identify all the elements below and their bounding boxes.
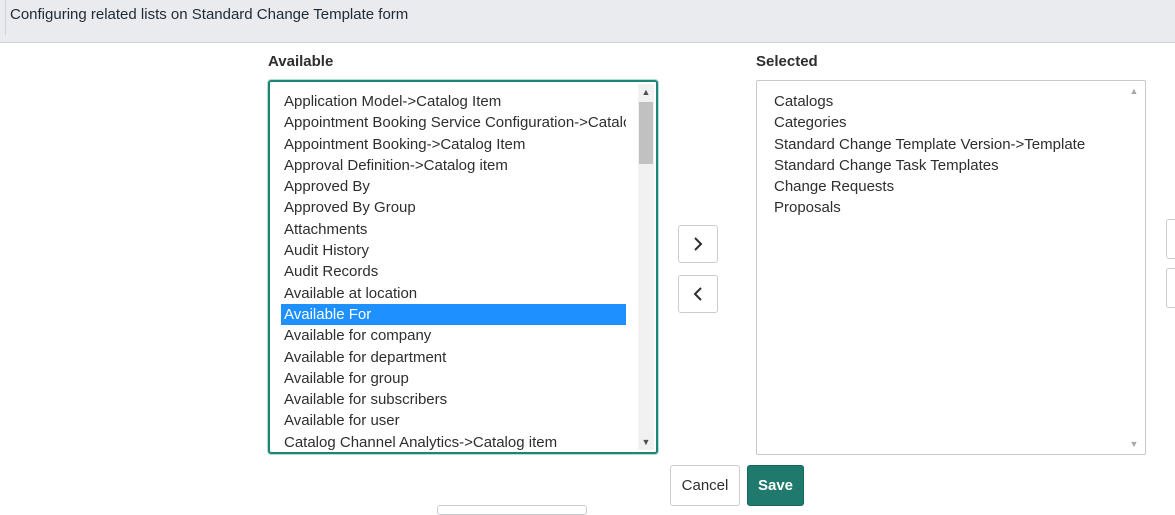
list-item[interactable]: Audit Records (281, 261, 626, 282)
list-item[interactable]: Attachments (281, 219, 626, 240)
chevron-left-icon (693, 287, 702, 301)
save-button[interactable]: Save (747, 465, 804, 506)
header-edge (0, 0, 6, 35)
selected-scrollbar[interactable]: ▲ ▼ (1126, 83, 1142, 452)
add-to-selected-button[interactable] (678, 225, 718, 263)
move-down-button[interactable] (1166, 268, 1175, 308)
list-item[interactable]: Audit History (281, 240, 626, 261)
footer-control[interactable] (437, 505, 587, 515)
list-item[interactable]: Available for department (281, 347, 626, 368)
remove-from-selected-button[interactable] (678, 275, 718, 313)
scroll-up-icon[interactable]: ▲ (1126, 83, 1142, 99)
available-items: Application Model->Catalog Item Appointm… (281, 91, 626, 452)
selected-items: Catalogs Categories Standard Change Temp… (771, 91, 1115, 219)
list-item[interactable]: Categories (771, 112, 1115, 133)
list-item-highlighted[interactable]: Available For (281, 303, 626, 326)
move-up-button[interactable] (1166, 219, 1175, 259)
list-item[interactable]: Proposals (771, 197, 1115, 218)
cancel-button[interactable]: Cancel (670, 465, 740, 506)
list-item[interactable]: Available for subscribers (281, 389, 626, 410)
list-item[interactable]: Standard Change Template Version->Templa… (771, 134, 1115, 155)
selected-listbox[interactable]: Catalogs Categories Standard Change Temp… (756, 80, 1146, 455)
page-header: Configuring related lists on Standard Ch… (0, 0, 1175, 43)
available-listbox[interactable]: Application Model->Catalog Item Appointm… (268, 80, 658, 454)
available-scrollbar[interactable]: ▲ ▼ (638, 84, 654, 450)
scroll-up-icon[interactable]: ▲ (638, 84, 654, 100)
list-item[interactable]: Appointment Booking Service Configuratio… (281, 112, 626, 133)
list-item[interactable]: Application Model->Catalog Item (281, 91, 626, 112)
available-label: Available (268, 53, 334, 70)
list-item[interactable]: Standard Change Task Templates (771, 155, 1115, 176)
list-item[interactable]: Available for group (281, 368, 626, 389)
scroll-down-icon[interactable]: ▼ (638, 434, 654, 450)
chevron-right-icon (694, 237, 703, 251)
list-item[interactable]: Appointment Booking->Catalog Item (281, 134, 626, 155)
list-item[interactable]: Available at location (281, 283, 626, 304)
scroll-thumb[interactable] (639, 102, 653, 164)
list-item[interactable]: Available for user (281, 410, 626, 431)
scroll-down-icon[interactable]: ▼ (1126, 436, 1142, 452)
page-title: Configuring related lists on Standard Ch… (10, 6, 409, 23)
list-item[interactable]: Available for company (281, 325, 626, 346)
list-item[interactable]: Catalog Channel Analytics->Catalog item (281, 432, 626, 452)
list-item[interactable]: Approved By Group (281, 197, 626, 218)
list-item[interactable]: Catalogs (771, 91, 1115, 112)
list-item[interactable]: Approval Definition->Catalog item (281, 155, 626, 176)
list-item[interactable]: Change Requests (771, 176, 1115, 197)
list-item[interactable]: Approved By (281, 176, 626, 197)
selected-label: Selected (756, 53, 818, 70)
